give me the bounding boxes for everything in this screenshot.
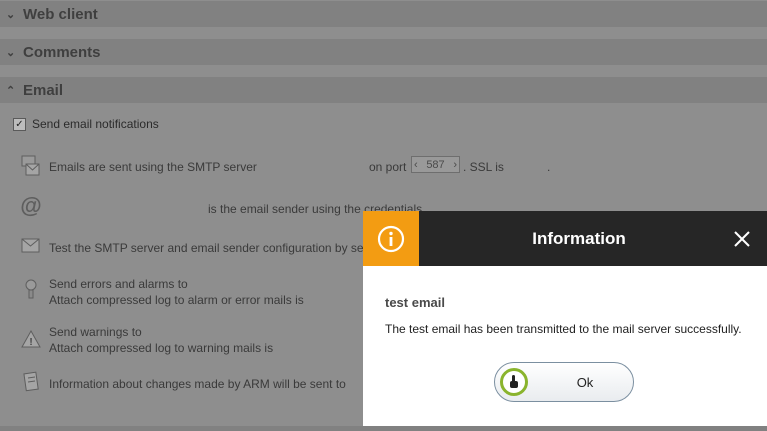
chevron-right-icon[interactable]: › (453, 159, 457, 171)
at-sign-icon: @ (20, 193, 42, 218)
send-errors-text: Send errors and alarms to (49, 277, 188, 291)
chevron-left-icon[interactable]: ‹ (414, 159, 418, 171)
dialog-title: Information (532, 228, 626, 248)
section-title: Comments (23, 43, 101, 61)
port-stepper[interactable]: ‹ 587 › (411, 156, 460, 173)
info-icon (377, 225, 405, 252)
ok-button[interactable]: Ok (494, 362, 634, 402)
warnings-attach-text: Attach compressed log to warning mails i… (49, 341, 274, 355)
close-icon (734, 231, 750, 247)
smtp-server-text: Emails are sent using the SMTP server (49, 160, 257, 174)
checkbox-checked-icon: ✓ (13, 117, 26, 131)
section-web-client[interactable]: ⌄ Web client (0, 1, 767, 27)
message-text: The test email has been transmitted to t… (385, 322, 742, 336)
ssl-trailing-dot: . (547, 160, 551, 174)
ok-label: Ok (576, 374, 594, 390)
close-dialog-button[interactable] (728, 224, 756, 254)
ssl-text: . SSL is (463, 160, 504, 174)
info-badge (363, 211, 419, 266)
chevron-up-icon: ⌃ (6, 84, 16, 97)
warning-triangle-icon: ! (21, 328, 41, 350)
test-smtp-text[interactable]: Test the SMTP server and email sender co… (49, 241, 370, 255)
send-email-notifications-checkbox[interactable]: ✓ Send email notifications (13, 117, 159, 131)
svg-text:!: ! (29, 337, 32, 348)
error-person-icon (21, 278, 41, 300)
chevron-down-icon: ⌄ (6, 46, 16, 59)
section-title: Web client (23, 5, 98, 23)
port-value: 587 (426, 158, 445, 171)
section-comments[interactable]: ⌄ Comments (0, 39, 767, 65)
chevron-down-icon: ⌄ (6, 8, 16, 21)
checkbox-label: Send email notifications (32, 117, 159, 131)
section-title: Email (23, 81, 64, 99)
message-title: test email (385, 295, 445, 310)
document-icon (21, 371, 41, 393)
on-port-text: on port (369, 160, 407, 174)
arm-changes-text: Information about changes made by ARM wi… (49, 377, 346, 391)
section-email[interactable]: ⌃ Email (0, 77, 767, 103)
send-warnings-text: Send warnings to (49, 325, 142, 339)
next-section-edge (0, 426, 767, 431)
envelopes-icon (21, 155, 41, 177)
errors-attach-text: Attach compressed log to alarm or error … (49, 293, 304, 307)
envelope-check-icon (21, 235, 41, 257)
